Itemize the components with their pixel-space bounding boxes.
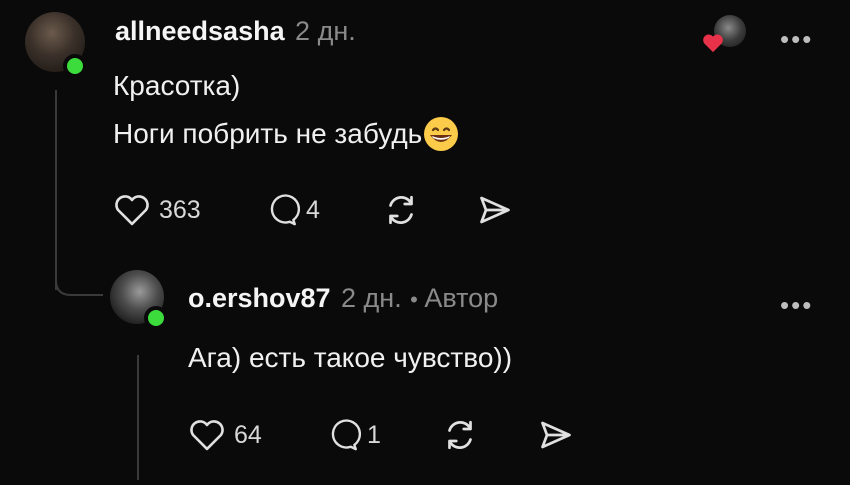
- avatar[interactable]: [25, 12, 87, 78]
- reply-username[interactable]: o.ershov87: [188, 283, 331, 313]
- author-liked-indicator: [702, 15, 746, 55]
- reply-count: 4: [306, 195, 320, 224]
- author-badge: Автор: [424, 283, 499, 313]
- timestamp: 2 дн.: [295, 16, 356, 46]
- reply-avatar[interactable]: [110, 270, 168, 330]
- reply-reply-button[interactable]: 1: [325, 418, 381, 452]
- reply-like-count: 64: [234, 420, 262, 449]
- thread-line-main: [55, 90, 57, 290]
- share-icon[interactable]: [476, 192, 514, 228]
- reply-more-options-button[interactable]: •••: [780, 292, 813, 318]
- repost-icon[interactable]: [383, 192, 419, 228]
- username[interactable]: allneedsasha: [115, 16, 285, 46]
- reply-like-button[interactable]: 64: [188, 418, 262, 452]
- online-indicator: [63, 54, 87, 78]
- heart-outline-icon: [190, 420, 224, 451]
- reply-reply-count: 1: [367, 420, 381, 449]
- more-options-button[interactable]: •••: [780, 26, 813, 52]
- heart-outline-icon: [115, 195, 149, 226]
- reply-timestamp: 2 дн.: [341, 283, 402, 313]
- heart-icon: [703, 34, 723, 53]
- online-indicator: [144, 306, 168, 330]
- comment-icon: [270, 194, 300, 226]
- thread-line-reply: [137, 355, 139, 480]
- share-icon[interactable]: [537, 417, 575, 453]
- comment-text-line-1: Красотка): [113, 70, 241, 101]
- comment-text-line-2: Ноги побрить не забудь: [113, 118, 423, 149]
- grinning-face-emoji-icon: [424, 117, 459, 151]
- reply-button[interactable]: 4: [264, 193, 320, 227]
- repost-icon[interactable]: [442, 417, 478, 453]
- reply-text: Ага) есть такое чувство)): [188, 342, 513, 373]
- like-count: 363: [159, 195, 201, 224]
- separator-dot: •: [410, 287, 418, 312]
- thread-connector: [55, 270, 103, 296]
- comment-icon: [331, 419, 361, 451]
- like-button[interactable]: 363: [113, 193, 201, 227]
